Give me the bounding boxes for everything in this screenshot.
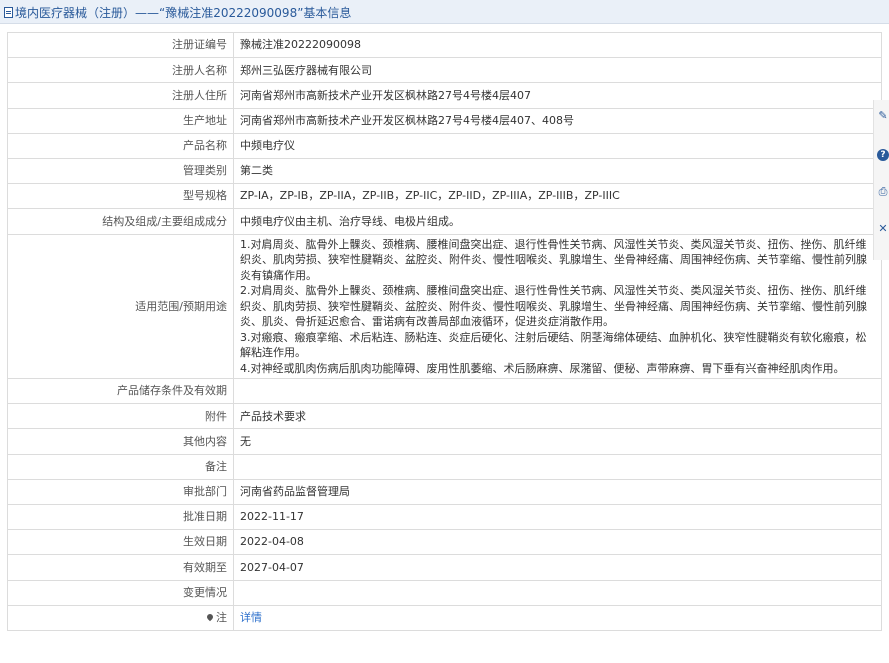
field-label: 产品名称 xyxy=(7,132,234,159)
table-row: 注册证编号 豫械注准20222090098 xyxy=(7,31,882,59)
field-value xyxy=(233,579,882,606)
note-value-cell: 详情 xyxy=(233,604,882,631)
field-value: 2022-04-08 xyxy=(233,529,882,556)
table-row: 有效期至 2027-04-07 xyxy=(7,554,882,581)
field-label: 注册人住所 xyxy=(7,82,234,109)
table-row: 其他内容 无 xyxy=(7,428,882,455)
table-row: 注册人住所 河南省郑州市高新技术产业开发区枫林路27号4号楼4层407 xyxy=(7,82,882,109)
table-row: 附件 产品技术要求 xyxy=(7,403,882,430)
side-toolbar: ✎ ? ⎙ ✕ xyxy=(873,100,889,260)
field-value: 无 xyxy=(233,428,882,455)
table-row: 结构及组成/主要组成成分 中频电疗仪由主机、治疗导线、电极片组成。 xyxy=(7,208,882,235)
table-row: 备注 xyxy=(7,453,882,480)
field-label: 审批部门 xyxy=(7,478,234,505)
field-value xyxy=(233,453,882,480)
field-value: 中频电疗仪由主机、治疗导线、电极片组成。 xyxy=(233,208,882,235)
info-table: 注册证编号 豫械注准20222090098 注册人名称 郑州三弘医疗器械有限公司… xyxy=(7,31,882,631)
field-value: 2022-11-17 xyxy=(233,503,882,531)
field-value: 河南省药品监督管理局 xyxy=(233,478,882,505)
document-icon xyxy=(4,7,13,18)
field-value: 产品技术要求 xyxy=(233,403,882,430)
field-label: 变更情况 xyxy=(7,579,234,606)
field-value xyxy=(233,377,882,405)
field-label: 附件 xyxy=(7,403,234,430)
field-value: 河南省郑州市高新技术产业开发区枫林路27号4号楼4层407、408号 xyxy=(233,107,882,134)
field-label: 管理类别 xyxy=(7,157,234,185)
table-row: 生效日期 2022-04-08 xyxy=(7,529,882,556)
field-value: 豫械注准20222090098 xyxy=(233,31,882,59)
edit-icon[interactable]: ✎ xyxy=(877,110,889,122)
table-row: 适用范围/预期用途 1.对肩周炎、肱骨外上髁炎、颈椎病、腰椎间盘突出症、退行性骨… xyxy=(7,233,882,379)
field-label: 批准日期 xyxy=(7,503,234,531)
field-label: 注 xyxy=(216,611,227,625)
table-row: 注册人名称 郑州三弘医疗器械有限公司 xyxy=(7,57,882,84)
field-label: 备注 xyxy=(7,453,234,480)
field-label: 生产地址 xyxy=(7,107,234,134)
table-row: 变更情况 xyxy=(7,579,882,606)
field-label: 注册人名称 xyxy=(7,57,234,84)
pin-icon xyxy=(205,612,215,622)
usage-line: 2.对肩周炎、肱骨外上髁炎、颈椎病、腰椎间盘突出症、退行性骨性关节病、风湿性关节… xyxy=(240,284,867,328)
usage-line: 4.对神经或肌肉伤病后肌肉功能障碍、废用性肌萎缩、术后肠麻痹、尿潴留、便秘、声带… xyxy=(240,361,845,375)
page-header: 境内医疗器械（注册）——“豫械注准20222090098”基本信息 xyxy=(0,0,889,24)
field-label: 其他内容 xyxy=(7,428,234,455)
usage-line: 3.对瘢痕、瘢痕挛缩、术后粘连、肠粘连、炎症后硬化、注射后硬结、阴茎海绵体硬结、… xyxy=(240,330,867,360)
field-label: 适用范围/预期用途 xyxy=(7,233,234,379)
print-icon[interactable]: ⎙ xyxy=(877,186,889,198)
field-label: 有效期至 xyxy=(7,554,234,581)
table-row: 生产地址 河南省郑州市高新技术产业开发区枫林路27号4号楼4层407、408号 xyxy=(7,107,882,134)
details-link[interactable]: 详情 xyxy=(240,611,262,624)
table-row: 型号规格 ZP-IA，ZP-IB，ZP-IIA，ZP-IIB，ZP-IIC，ZP… xyxy=(7,183,882,210)
field-label: 注册证编号 xyxy=(7,31,234,59)
table-row: 产品名称 中频电疗仪 xyxy=(7,132,882,159)
table-row: 注 详情 xyxy=(7,604,882,631)
field-value: ZP-IA，ZP-IB，ZP-IIA，ZP-IIB，ZP-IIC，ZP-IID，… xyxy=(233,183,882,210)
close-icon[interactable]: ✕ xyxy=(877,223,889,235)
table-row: 批准日期 2022-11-17 xyxy=(7,503,882,531)
note-label-cell: 注 xyxy=(7,604,234,631)
field-value: 中频电疗仪 xyxy=(233,132,882,159)
table-row: 产品储存条件及有效期 xyxy=(7,377,882,405)
field-label: 产品储存条件及有效期 xyxy=(7,377,234,405)
page-title: 境内医疗器械（注册）——“豫械注准20222090098”基本信息 xyxy=(15,6,352,20)
field-label: 型号规格 xyxy=(7,183,234,210)
field-value: 河南省郑州市高新技术产业开发区枫林路27号4号楼4层407 xyxy=(233,82,882,109)
field-label: 结构及组成/主要组成成分 xyxy=(7,208,234,235)
table-row: 管理类别 第二类 xyxy=(7,157,882,185)
field-label: 生效日期 xyxy=(7,529,234,556)
usage-value: 1.对肩周炎、肱骨外上髁炎、颈椎病、腰椎间盘突出症、退行性骨性关节病、风湿性关节… xyxy=(233,233,882,379)
help-icon[interactable]: ? xyxy=(877,149,889,161)
header-title-wrap: 境内医疗器械（注册）——“豫械注准20222090098”基本信息 xyxy=(4,4,351,21)
field-value: 郑州三弘医疗器械有限公司 xyxy=(233,57,882,84)
field-value: 2027-04-07 xyxy=(233,554,882,581)
usage-line: 1.对肩周炎、肱骨外上髁炎、颈椎病、腰椎间盘突出症、退行性骨性关节病、风湿性关节… xyxy=(240,237,867,282)
field-value: 第二类 xyxy=(233,157,882,185)
table-row: 审批部门 河南省药品监督管理局 xyxy=(7,478,882,505)
